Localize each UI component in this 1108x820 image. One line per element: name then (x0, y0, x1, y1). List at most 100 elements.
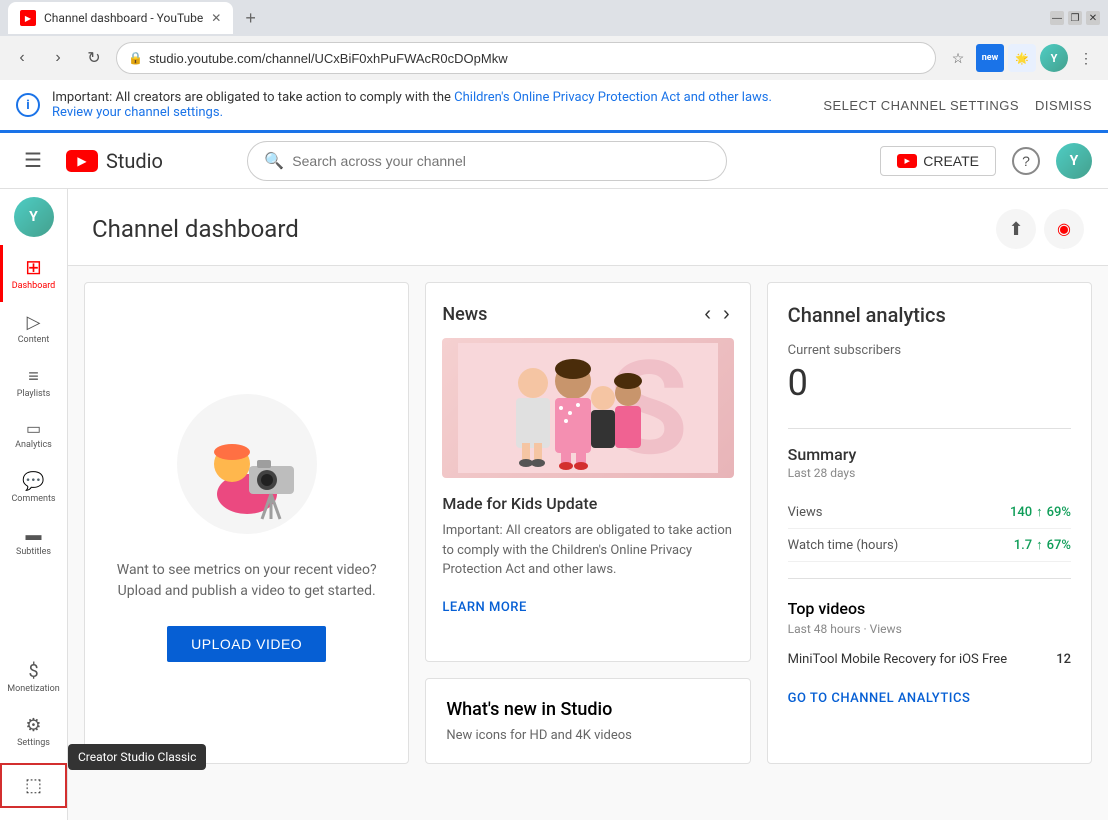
create-video-icon (897, 154, 917, 168)
sidebar-item-monetization[interactable]: $ Monetization (0, 651, 67, 705)
subtitles-icon: ▬ (26, 525, 42, 545)
sidebar-label-monetization: Monetization (7, 684, 59, 695)
sidebar-label-analytics: Analytics (15, 440, 52, 451)
news-next-btn[interactable]: › (719, 299, 734, 330)
content-area: Y ⊞ Dashboard ▷ Content ≡ Playlists ▭ An… (0, 189, 1108, 820)
watchtime-metric: Watch time (hours) 1.7 ↑ 67% (788, 529, 1071, 562)
create-btn[interactable]: CREATE (880, 146, 996, 176)
more-btn[interactable]: ⋮ (1072, 44, 1100, 72)
lock-icon: 🔒 (128, 51, 143, 65)
upload-video-btn[interactable]: UPLOAD VIDEO (167, 626, 326, 662)
analytics-title: Channel analytics (788, 303, 1071, 327)
help-btn[interactable]: ? (1008, 143, 1044, 179)
views-arrow: ↑ (1036, 504, 1043, 520)
user-avatar[interactable]: Y (1056, 143, 1092, 179)
sidebar-item-comments[interactable]: 💬 Comments (0, 461, 67, 515)
sidebar: Y ⊞ Dashboard ▷ Content ≡ Playlists ▭ An… (0, 189, 68, 820)
select-channel-settings-btn[interactable]: SELECT CHANNEL SETTINGS (823, 98, 1019, 113)
news-header: News ‹ › (426, 283, 749, 338)
new-tab-btn[interactable]: + (237, 4, 264, 33)
extension-avatar-btn[interactable]: Y (1040, 44, 1068, 72)
address-bar-wrap: 🔒 (116, 42, 936, 74)
notification-text-part1: Important: All creators are obligated to… (52, 90, 454, 105)
dismiss-btn[interactable]: DISMISS (1035, 98, 1092, 113)
extension-new-btn[interactable]: new (976, 44, 1004, 72)
browser-tab[interactable]: Channel dashboard - YouTube ✕ (8, 2, 233, 34)
address-bar-row: ‹ › ↻ 🔒 ☆ new 🌟 Y ⋮ (0, 36, 1108, 80)
comments-icon: 💬 (22, 471, 44, 492)
sidebar-label-comments: Comments (11, 494, 55, 505)
news-illustration: S (458, 343, 718, 473)
menu-btn[interactable]: ☰ (16, 140, 50, 181)
monetization-icon: $ (28, 661, 38, 682)
watchtime-arrow: ↑ (1036, 537, 1043, 553)
news-image: S (442, 338, 733, 478)
settings-icon: ⚙ (25, 715, 41, 736)
minimize-btn[interactable]: — (1050, 11, 1064, 25)
sidebar-item-subtitles[interactable]: ▬ Subtitles (0, 515, 67, 568)
learn-more-link[interactable]: LEARN MORE (442, 600, 526, 615)
upload-description: Want to see metrics on your recent video… (109, 560, 384, 602)
page-title: Channel dashboard (92, 215, 996, 243)
youtube-logo-icon (66, 150, 98, 172)
dashboard-grid: Want to see metrics on your recent video… (68, 266, 1108, 780)
news-prev-btn[interactable]: ‹ (700, 299, 715, 330)
notif-actions: SELECT CHANNEL SETTINGS DISMISS (823, 98, 1092, 113)
camera-illustration (167, 384, 327, 544)
views-change: 69% (1047, 505, 1071, 520)
notification-text: Important: All creators are obligated to… (52, 90, 811, 120)
news-article-text: Important: All creators are obligated to… (442, 521, 733, 580)
news-article-title: Made for Kids Update (442, 494, 733, 513)
top-video-row: MiniTool Mobile Recovery for iOS Free 12 (788, 648, 1071, 671)
news-card: News ‹ › S (425, 282, 750, 662)
maximize-btn[interactable]: ❐ (1068, 11, 1082, 25)
sidebar-item-content[interactable]: ▷ Content (0, 302, 67, 356)
dashboard-header: Channel dashboard ⬆ ◉ (68, 189, 1108, 266)
browser-chrome: Channel dashboard - YouTube ✕ + — ❐ ✕ ‹ … (0, 0, 1108, 80)
top-video-name: MiniTool Mobile Recovery for iOS Free (788, 652, 1007, 667)
tab-close-btn[interactable]: ✕ (211, 11, 221, 25)
sidebar-item-analytics[interactable]: ▭ Analytics (0, 409, 67, 461)
playlists-icon: ≡ (28, 366, 39, 387)
sidebar-item-dashboard[interactable]: ⊞ Dashboard (0, 245, 67, 302)
sidebar-label-settings: Settings (17, 738, 50, 749)
tab-favicon (20, 10, 36, 26)
watchtime-count: 1.7 (1014, 538, 1032, 553)
title-bar: Channel dashboard - YouTube ✕ + — ❐ ✕ (0, 0, 1108, 36)
sidebar-item-playlists[interactable]: ≡ Playlists (0, 356, 67, 410)
go-to-analytics-link[interactable]: GO TO CHANNEL ANALYTICS (788, 691, 1071, 706)
sidebar-item-settings[interactable]: ⚙ Settings (0, 705, 67, 759)
app: ☰ Studio 🔍 CREATE ? Y Y ⊞ (0, 133, 1108, 820)
watchtime-change: 67% (1047, 538, 1071, 553)
extension-emoji-btn[interactable]: 🌟 (1008, 44, 1036, 72)
content-icon: ▷ (27, 312, 41, 333)
close-btn[interactable]: ✕ (1086, 11, 1100, 25)
sidebar-avatar[interactable]: Y (14, 197, 54, 237)
main-content: Channel dashboard ⬆ ◉ (68, 189, 1108, 820)
top-nav-right: CREATE ? Y (880, 143, 1092, 179)
window-controls: — ❐ ✕ (1050, 11, 1100, 25)
upload-btn[interactable]: ⬆ (996, 209, 1036, 249)
logo[interactable]: Studio (66, 149, 163, 173)
views-label: Views (788, 505, 823, 520)
tab-title: Channel dashboard - YouTube (44, 11, 203, 25)
studio-text: Studio (106, 149, 163, 173)
analytics-card: Channel analytics Current subscribers 0 … (767, 282, 1092, 764)
top-videos-period: Last 48 hours · Views (788, 622, 1071, 636)
watchtime-label: Watch time (hours) (788, 538, 899, 553)
watchtime-value: 1.7 ↑ 67% (1014, 537, 1071, 553)
search-input[interactable] (292, 153, 710, 169)
bookmark-btn[interactable]: ☆ (944, 44, 972, 72)
whats-new-card: What's new in Studio New icons for HD an… (425, 678, 750, 764)
live-btn[interactable]: ◉ (1044, 209, 1084, 249)
refresh-btn[interactable]: ↻ (80, 44, 108, 72)
help-icon: ? (1012, 147, 1040, 175)
back-btn[interactable]: ‹ (8, 44, 36, 72)
forward-btn[interactable]: › (44, 44, 72, 72)
news-nav: ‹ › (700, 299, 733, 330)
live-icon: ◉ (1057, 219, 1071, 239)
sidebar-classic-btn[interactable]: ⬚ (0, 763, 67, 808)
address-input[interactable] (116, 42, 936, 74)
create-label: CREATE (923, 153, 979, 169)
views-metric: Views 140 ↑ 69% (788, 496, 1071, 529)
